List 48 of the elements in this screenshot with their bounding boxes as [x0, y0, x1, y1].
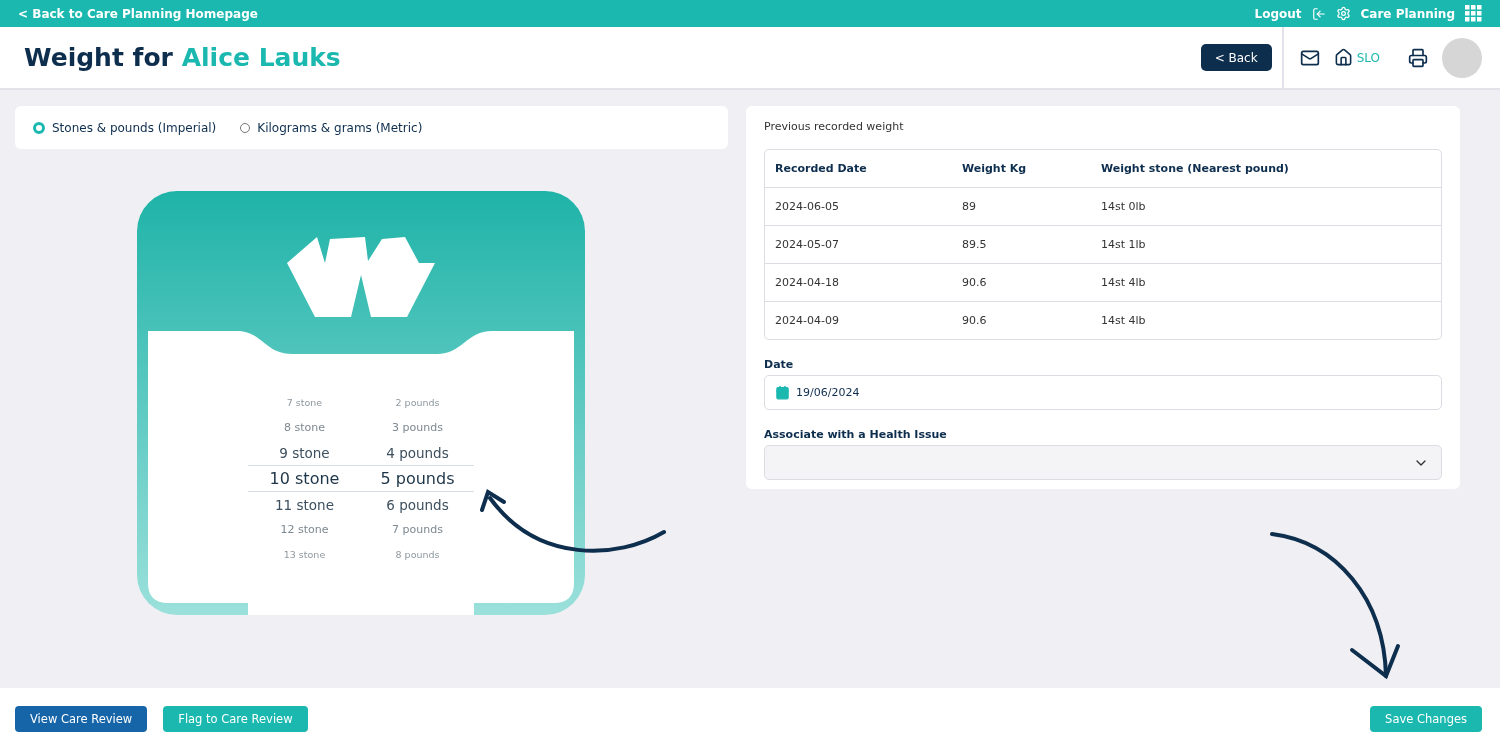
pounds-option[interactable]: 7 pounds [392, 523, 443, 536]
table-cell-text: 89.5 [962, 238, 988, 251]
table-cell-text: 2024-05-07 [775, 238, 840, 251]
table-cell-text: 2024-06-05 [775, 200, 840, 213]
calendar-icon [775, 385, 790, 400]
date-field[interactable]: 19/06/2024 [764, 375, 1442, 410]
stone-option[interactable]: 12 stone [280, 523, 329, 536]
stone-option[interactable]: 10 stone [269, 469, 340, 488]
unit-radio[interactable]: Stones & pounds (Imperial) [33, 120, 217, 135]
page-title: Weight for Alice Lauks [24, 43, 341, 72]
pounds-option[interactable]: 4 pounds [386, 444, 449, 461]
printer-icon[interactable] [1408, 47, 1428, 68]
table-cell-text: 14st 4lb [1101, 276, 1147, 289]
pounds-option[interactable]: 2 pounds [395, 397, 440, 408]
health-issue-select[interactable] [764, 445, 1442, 480]
grid-menu-icon[interactable] [1465, 5, 1482, 22]
table-cell-text: 14st 0lb [1101, 200, 1147, 213]
logout-icon[interactable] [1311, 6, 1326, 21]
review-button[interactable]: View Care Review [15, 706, 148, 732]
stone-option[interactable]: 8 stone [284, 421, 325, 434]
stone-option[interactable]: 13 stone [283, 549, 326, 560]
table-cell-text: 14st 1lb [1101, 238, 1147, 251]
avatar[interactable] [1442, 37, 1482, 78]
table-cell-text: 90.6 [962, 314, 988, 327]
app-name: Care Planning [1360, 6, 1455, 21]
pounds-option[interactable]: 8 pounds [395, 549, 440, 560]
home-icon[interactable] [1333, 48, 1353, 67]
pounds-option[interactable]: 6 pounds [386, 496, 449, 513]
health-issue-label: Associate with a Health Issue [764, 428, 948, 441]
section-title: Previous recorded weight [764, 120, 905, 133]
stone-option[interactable]: 7 stone [286, 397, 323, 408]
date-label: Date [764, 358, 795, 371]
stone-option[interactable]: 9 stone [279, 444, 330, 461]
table-cell-text: 14st 4lb [1101, 314, 1147, 327]
pounds-option[interactable]: 5 pounds [380, 469, 455, 488]
column-header: Weight stone (Nearest pound) [1101, 162, 1290, 175]
table-cell-text: 2024-04-09 [775, 314, 840, 327]
table-cell-text: 90.6 [962, 276, 988, 289]
stone-option[interactable]: 11 stone [275, 496, 334, 513]
column-header: Weight Kg [962, 162, 1028, 175]
table-cell-text: 89 [962, 200, 977, 213]
back-button[interactable]: < Back [1200, 44, 1272, 71]
home-label: SLO [1356, 50, 1380, 65]
table-cell-text: 2024-04-18 [775, 276, 840, 289]
pounds-option[interactable]: 3 pounds [392, 421, 443, 434]
settings-icon[interactable] [1335, 6, 1351, 21]
column-header: Recorded Date [775, 162, 868, 175]
unit-radio[interactable]: Kilograms & grams (Metric) [240, 120, 423, 135]
